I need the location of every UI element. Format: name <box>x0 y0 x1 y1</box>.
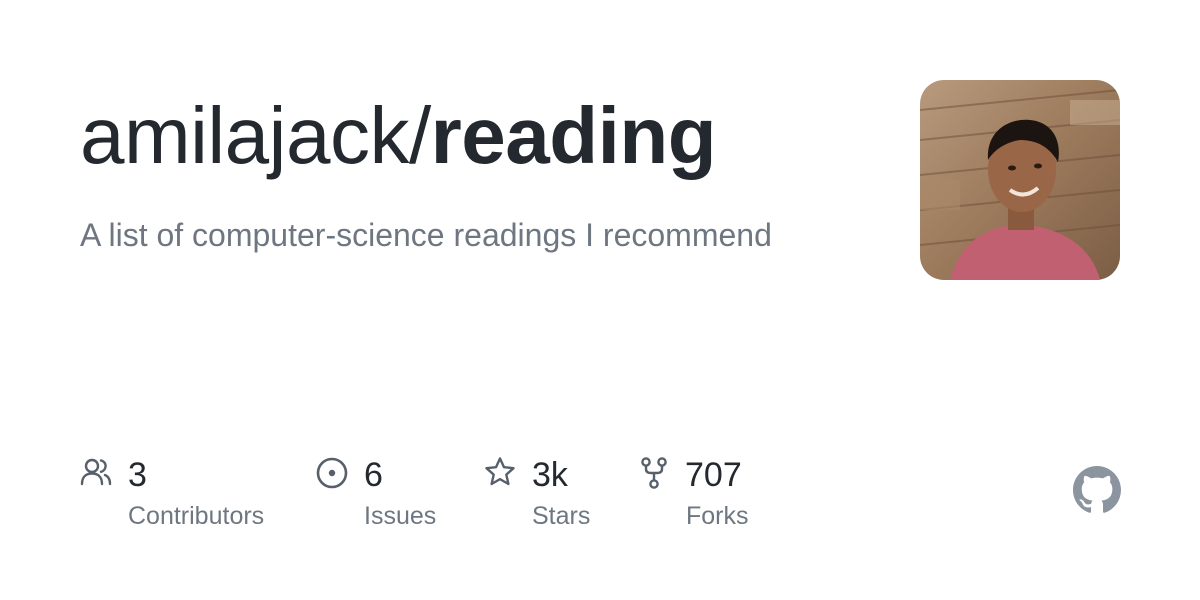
repo-title: amilajack/reading <box>80 90 717 182</box>
star-icon <box>485 457 515 486</box>
stat-value-stars: 3k <box>532 456 568 494</box>
repo-name[interactable]: reading <box>431 91 717 180</box>
repo-owner[interactable]: amilajack/ <box>80 91 431 180</box>
github-logo-svg <box>1073 466 1121 513</box>
stat-label-contributors: Contributors <box>128 502 265 530</box>
stat-value-issues: 6 <box>364 456 383 494</box>
stat-label-stars: Stars <box>532 502 591 530</box>
stat-label-forks: Forks <box>686 502 749 530</box>
stat-label-issues: Issues <box>364 502 437 530</box>
github-mark-icon[interactable] <box>1073 466 1121 514</box>
stat-value-contributors: 3 <box>128 456 147 494</box>
owner-avatar[interactable] <box>920 80 1120 280</box>
people-icon <box>80 458 112 486</box>
fork-icon <box>641 457 667 489</box>
stat-value-forks: 707 <box>685 456 742 494</box>
avatar-photo <box>920 80 1120 280</box>
issue-opened-icon <box>316 457 348 489</box>
repo-description: A list of computer-science readings I re… <box>80 217 772 253</box>
